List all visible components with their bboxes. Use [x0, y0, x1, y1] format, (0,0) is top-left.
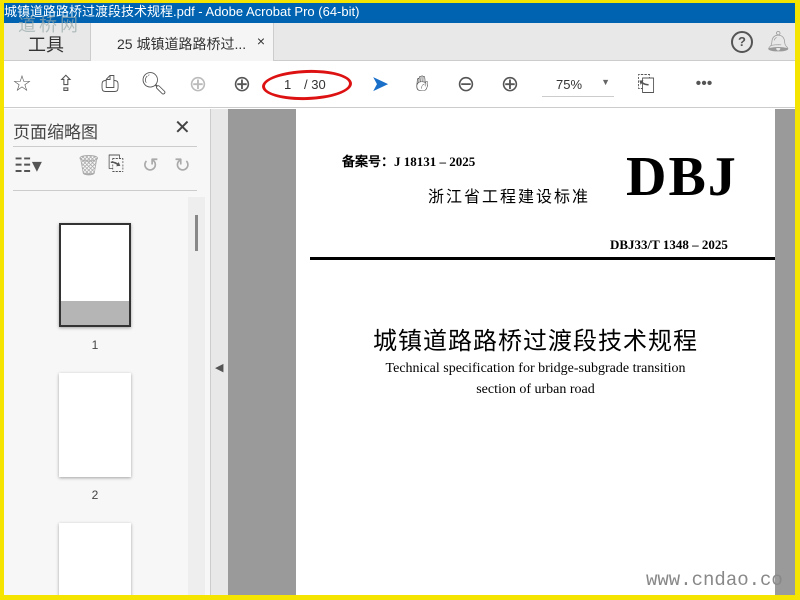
- title-en-line2: section of urban road: [476, 382, 595, 397]
- star-icon[interactable]: ☆: [8, 71, 36, 97]
- thumbnail-page-2[interactable]: [59, 373, 131, 477]
- trash-icon[interactable]: 🗑︎: [76, 153, 101, 178]
- title-cn: 城镇道路路桥过渡段技术规程: [373, 327, 698, 355]
- collapse-panel-button[interactable]: ◀: [210, 109, 228, 595]
- thumbnail-label: 2: [91, 488, 99, 502]
- panel-title: 页面缩略图: [13, 123, 98, 142]
- thumbnail-scrollbar[interactable]: [188, 197, 205, 595]
- watermark-logo: 道桥网: [18, 15, 81, 36]
- prev-page-icon[interactable]: ⊕: [184, 71, 212, 97]
- divider: [13, 146, 197, 147]
- insert-page-icon[interactable]: ⎘: [108, 153, 124, 176]
- tab-label: 25 城镇道路路桥过...: [117, 36, 247, 52]
- thumbnail-page-1[interactable]: [59, 223, 131, 327]
- rotate-ccw-icon[interactable]: ↺: [142, 153, 159, 178]
- tab-bar: 工具 25 城镇道路路桥过... × ? 🔔︎: [4, 23, 795, 61]
- zoom-value: 75%: [556, 77, 583, 92]
- page-thumbnails-panel: 页面缩略图 ✕ ☷▾ 🗑︎ ⎘ ↺ ↻ 1 2: [4, 109, 210, 595]
- title-en-line1: Technical specification for bridge-subgr…: [385, 361, 686, 376]
- more-icon[interactable]: •••: [690, 71, 718, 97]
- fit-page-icon[interactable]: ⎗: [632, 71, 660, 97]
- next-page-icon[interactable]: ⊕: [228, 71, 256, 97]
- print-icon[interactable]: ⎙: [96, 71, 124, 97]
- site-watermark: www.cndao.co: [646, 569, 783, 591]
- search-icon[interactable]: 🔍︎: [140, 71, 168, 97]
- chevron-down-icon: ▼: [601, 77, 610, 87]
- caret-left-icon: ◀: [215, 362, 224, 374]
- divider: [13, 190, 197, 191]
- rotate-cw-icon[interactable]: ↻: [174, 153, 191, 178]
- close-tab-icon[interactable]: ×: [257, 33, 265, 49]
- dbj-logo: DBJ: [626, 146, 738, 208]
- help-icon[interactable]: ?: [731, 31, 753, 53]
- divider: [310, 257, 775, 260]
- select-cursor-icon[interactable]: ➤: [366, 71, 394, 97]
- tab-document[interactable]: 25 城镇道路路桥过... ×: [90, 23, 274, 61]
- zoom-out-icon[interactable]: ⊖: [452, 71, 480, 97]
- record-number: 备案号：J 18131 – 2025: [342, 154, 476, 169]
- thumbnail-label: 1: [91, 338, 99, 352]
- options-menu-icon[interactable]: ☷▾: [14, 153, 42, 178]
- standard-category: 浙江省工程建设标准: [428, 187, 591, 206]
- pdf-page: 备案号：J 18131 – 2025 浙江省工程建设标准 DBJ DBJ33/T…: [296, 109, 783, 595]
- toolbar: ☆ ⇪ ⎙ 🔍︎ ⊕ ⊕ 1/ 30 ➤ ✋︎ ⊖ ⊕ 75% ▼ ⎗ •••: [4, 61, 795, 108]
- acrobat-window: 城镇道路路桥过渡段技术规程.pdf - Adobe Acrobat Pro (6…: [4, 3, 795, 595]
- title-bar: 城镇道路路桥过渡段技术规程.pdf - Adobe Acrobat Pro (6…: [4, 3, 795, 23]
- bell-icon[interactable]: 🔔︎: [766, 29, 791, 54]
- upload-cloud-icon[interactable]: ⇪: [52, 71, 80, 97]
- hand-tool-icon[interactable]: ✋︎: [408, 71, 436, 97]
- zoom-in-icon[interactable]: ⊕: [496, 71, 524, 97]
- standard-code: DBJ33/T 1348 – 2025: [610, 237, 728, 252]
- zoom-select[interactable]: 75% ▼: [542, 73, 614, 97]
- document-view: 备案号：J 18131 – 2025 浙江省工程建设标准 DBJ DBJ33/T…: [228, 109, 795, 595]
- thumbnail-page-3[interactable]: [59, 523, 131, 595]
- close-panel-icon[interactable]: ✕: [174, 115, 191, 140]
